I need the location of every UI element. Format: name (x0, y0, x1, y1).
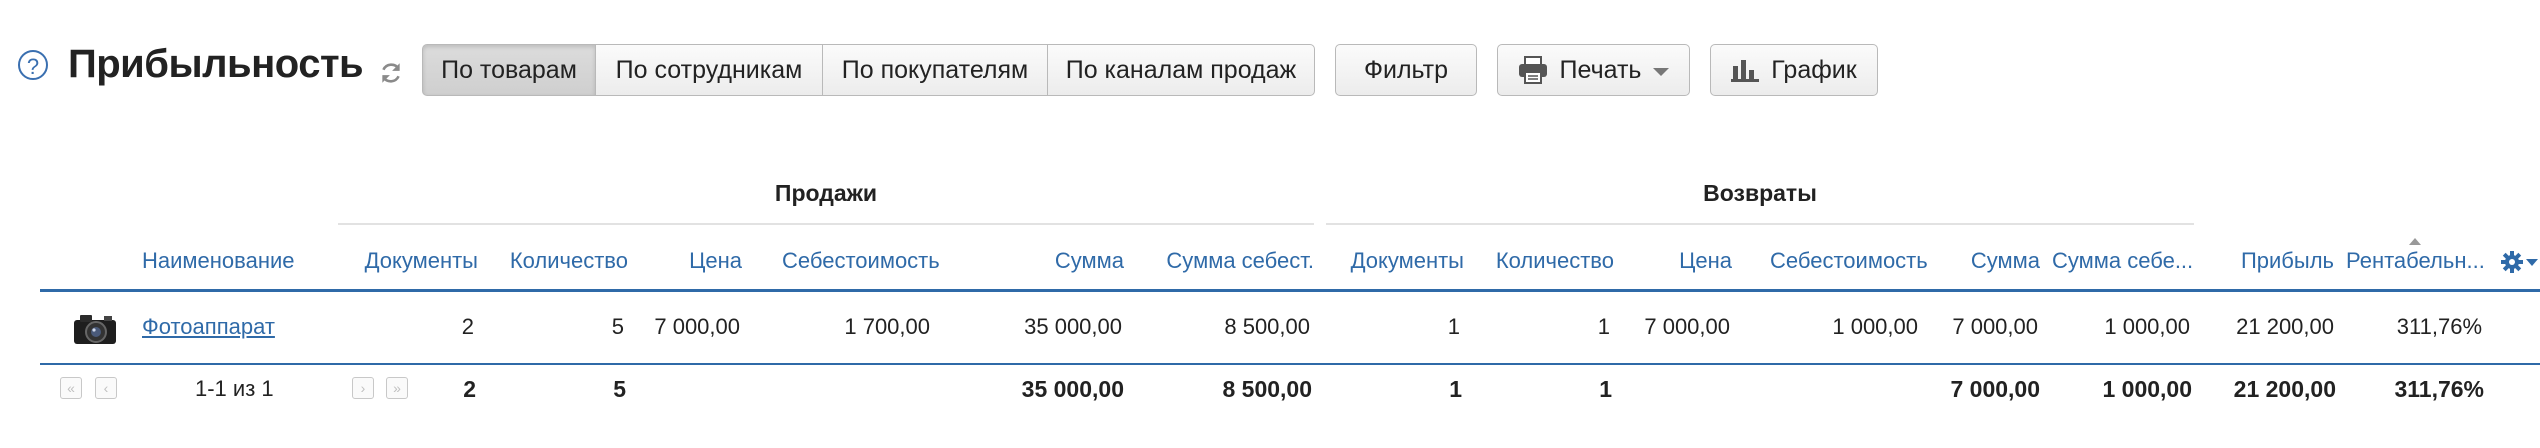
cell-sales-price: 7 000,00 (654, 314, 740, 339)
column-header-returns-qty[interactable]: Количество (1476, 248, 1614, 274)
header-divider (40, 289, 2540, 292)
cell-returns-price: 7 000,00 (1644, 314, 1730, 339)
total-returns-sum: 7 000,00 (1950, 376, 2040, 402)
cell-sales-sum-cost: 8 500,00 (1224, 314, 1310, 339)
cell-sales-sum: 35 000,00 (1024, 314, 1122, 339)
column-header-sales-sum[interactable]: Сумма (980, 248, 1124, 274)
chart-button[interactable]: График (1710, 44, 1878, 96)
column-header-sales-docs[interactable]: Документы (340, 248, 478, 274)
cell-returns-sum-cost: 1 000,00 (2104, 314, 2190, 339)
sort-indicator-icon (2409, 238, 2421, 245)
pager-text: 1-1 из 1 (195, 376, 274, 401)
cell-sales-docs: 2 (461, 314, 474, 339)
column-header-profit[interactable]: Прибыль (2220, 248, 2334, 274)
cell-returns-sum: 7 000,00 (1952, 314, 2038, 339)
column-header-returns-cost[interactable]: Себестоимость (1770, 248, 1928, 274)
total-sales-docs: 2 (463, 376, 476, 402)
page-title: Прибыльность (68, 42, 364, 86)
group-divider (338, 223, 1314, 225)
refresh-icon[interactable] (378, 60, 404, 86)
print-button[interactable]: Печать (1497, 44, 1690, 96)
column-header-name[interactable]: Наименование (142, 248, 295, 274)
pager-first-icon[interactable]: « (60, 377, 82, 399)
cell-returns-docs: 1 (1447, 314, 1460, 339)
column-header-sales-qty[interactable]: Количество (490, 248, 628, 274)
group-divider (1326, 223, 2194, 225)
camera-icon (74, 315, 116, 344)
column-header-sales-cost[interactable]: Себестоимость (782, 248, 940, 274)
column-header-sales-sum-cost[interactable]: Сумма себест. (1134, 248, 1314, 274)
group-header-returns: Возвраты (1703, 180, 1817, 206)
column-header-returns-price[interactable]: Цена (1628, 248, 1732, 274)
cell-sales-cost: 1 700,00 (844, 314, 930, 339)
column-header-returns-sum-cost[interactable]: Сумма себе... (2052, 248, 2193, 274)
cell-returns-cost: 1 000,00 (1832, 314, 1918, 339)
tab-by-customers[interactable]: По покупателям (822, 44, 1048, 96)
pager-prev-icon[interactable]: ‹ (95, 377, 117, 399)
cell-margin: 311,76% (2396, 314, 2482, 339)
total-sales-sum: 35 000,00 (1021, 376, 1124, 402)
product-name-link[interactable]: Фотоаппарат (142, 314, 275, 340)
printer-icon (1518, 56, 1547, 84)
total-returns-qty: 1 (1599, 376, 1612, 402)
chevron-down-icon (1653, 67, 1670, 76)
chart-label: График (1771, 55, 1857, 84)
tab-by-products[interactable]: По товарам (422, 44, 596, 96)
gear-icon[interactable] (2500, 250, 2524, 274)
group-header-sales: Продажи (774, 180, 878, 206)
chevron-down-icon[interactable] (2526, 259, 2538, 266)
cell-profit: 21 200,00 (2236, 314, 2334, 339)
help-icon[interactable]: ? (18, 50, 48, 80)
filter-button[interactable]: Фильтр (1335, 44, 1477, 96)
column-header-returns-sum[interactable]: Сумма (1960, 248, 2040, 274)
tab-by-sales-channels[interactable]: По каналам продаж (1047, 44, 1315, 96)
tab-by-employees[interactable]: По сотрудникам (595, 44, 823, 96)
bar-chart-icon (1731, 60, 1760, 82)
total-returns-sum-cost: 1 000,00 (2102, 376, 2192, 402)
total-margin: 311,76% (2394, 376, 2484, 402)
print-label: Печать (1559, 55, 1642, 84)
row-divider (40, 363, 2540, 365)
total-sales-sum-cost: 8 500,00 (1222, 376, 1312, 402)
total-sales-qty: 5 (613, 376, 626, 402)
cell-returns-qty: 1 (1597, 314, 1610, 339)
column-header-returns-docs[interactable]: Документы (1320, 248, 1464, 274)
total-returns-docs: 1 (1449, 376, 1462, 402)
column-header-margin[interactable]: Рентабельн... (2346, 248, 2485, 274)
total-profit: 21 200,00 (2233, 376, 2336, 402)
column-header-sales-price[interactable]: Цена (640, 248, 742, 274)
cell-sales-qty: 5 (611, 314, 624, 339)
